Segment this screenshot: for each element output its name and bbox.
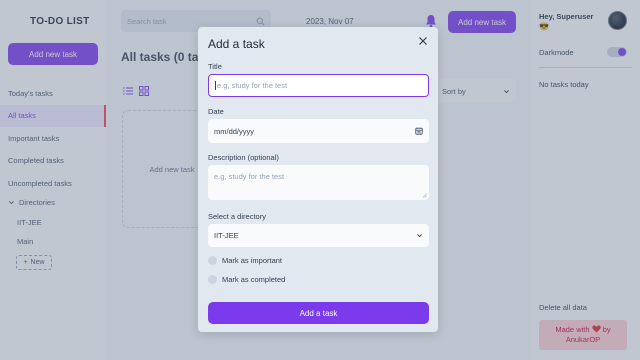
directory-label: Select a directory xyxy=(208,212,266,221)
description-label: Description (optional) xyxy=(208,153,279,162)
important-checkbox[interactable]: Mark as important xyxy=(208,256,282,265)
add-task-modal: Add a task Title e.g, study for the test… xyxy=(198,27,438,332)
date-label: Date xyxy=(208,107,224,116)
text-caret xyxy=(215,81,216,90)
chevron-down-icon xyxy=(417,234,422,238)
directory-value: IIT-JEE xyxy=(214,231,239,240)
close-icon[interactable] xyxy=(418,36,428,46)
completed-label: Mark as completed xyxy=(222,275,286,284)
important-label: Mark as important xyxy=(222,256,283,265)
date-placeholder: mm/dd/yyyy xyxy=(214,126,255,136)
checkbox-circle xyxy=(208,275,217,284)
submit-task-button[interactable]: Add a task xyxy=(208,302,429,324)
date-input[interactable]: mm/dd/yyyy xyxy=(208,119,429,143)
checkbox-circle xyxy=(208,256,217,265)
title-input[interactable]: e.g, study for the test xyxy=(208,74,429,97)
completed-checkbox[interactable]: Mark as completed xyxy=(208,275,285,284)
title-label: Title xyxy=(208,62,222,71)
calendar-icon[interactable] xyxy=(415,127,423,135)
directory-select[interactable]: IIT-JEE xyxy=(208,224,429,247)
description-placeholder: e.g, study for the test xyxy=(214,172,285,181)
modal-title: Add a task xyxy=(208,37,265,51)
title-placeholder: e.g, study for the test xyxy=(217,81,288,90)
description-textarea[interactable]: e.g, study for the test xyxy=(208,165,429,200)
resize-handle-icon[interactable] xyxy=(422,193,427,198)
